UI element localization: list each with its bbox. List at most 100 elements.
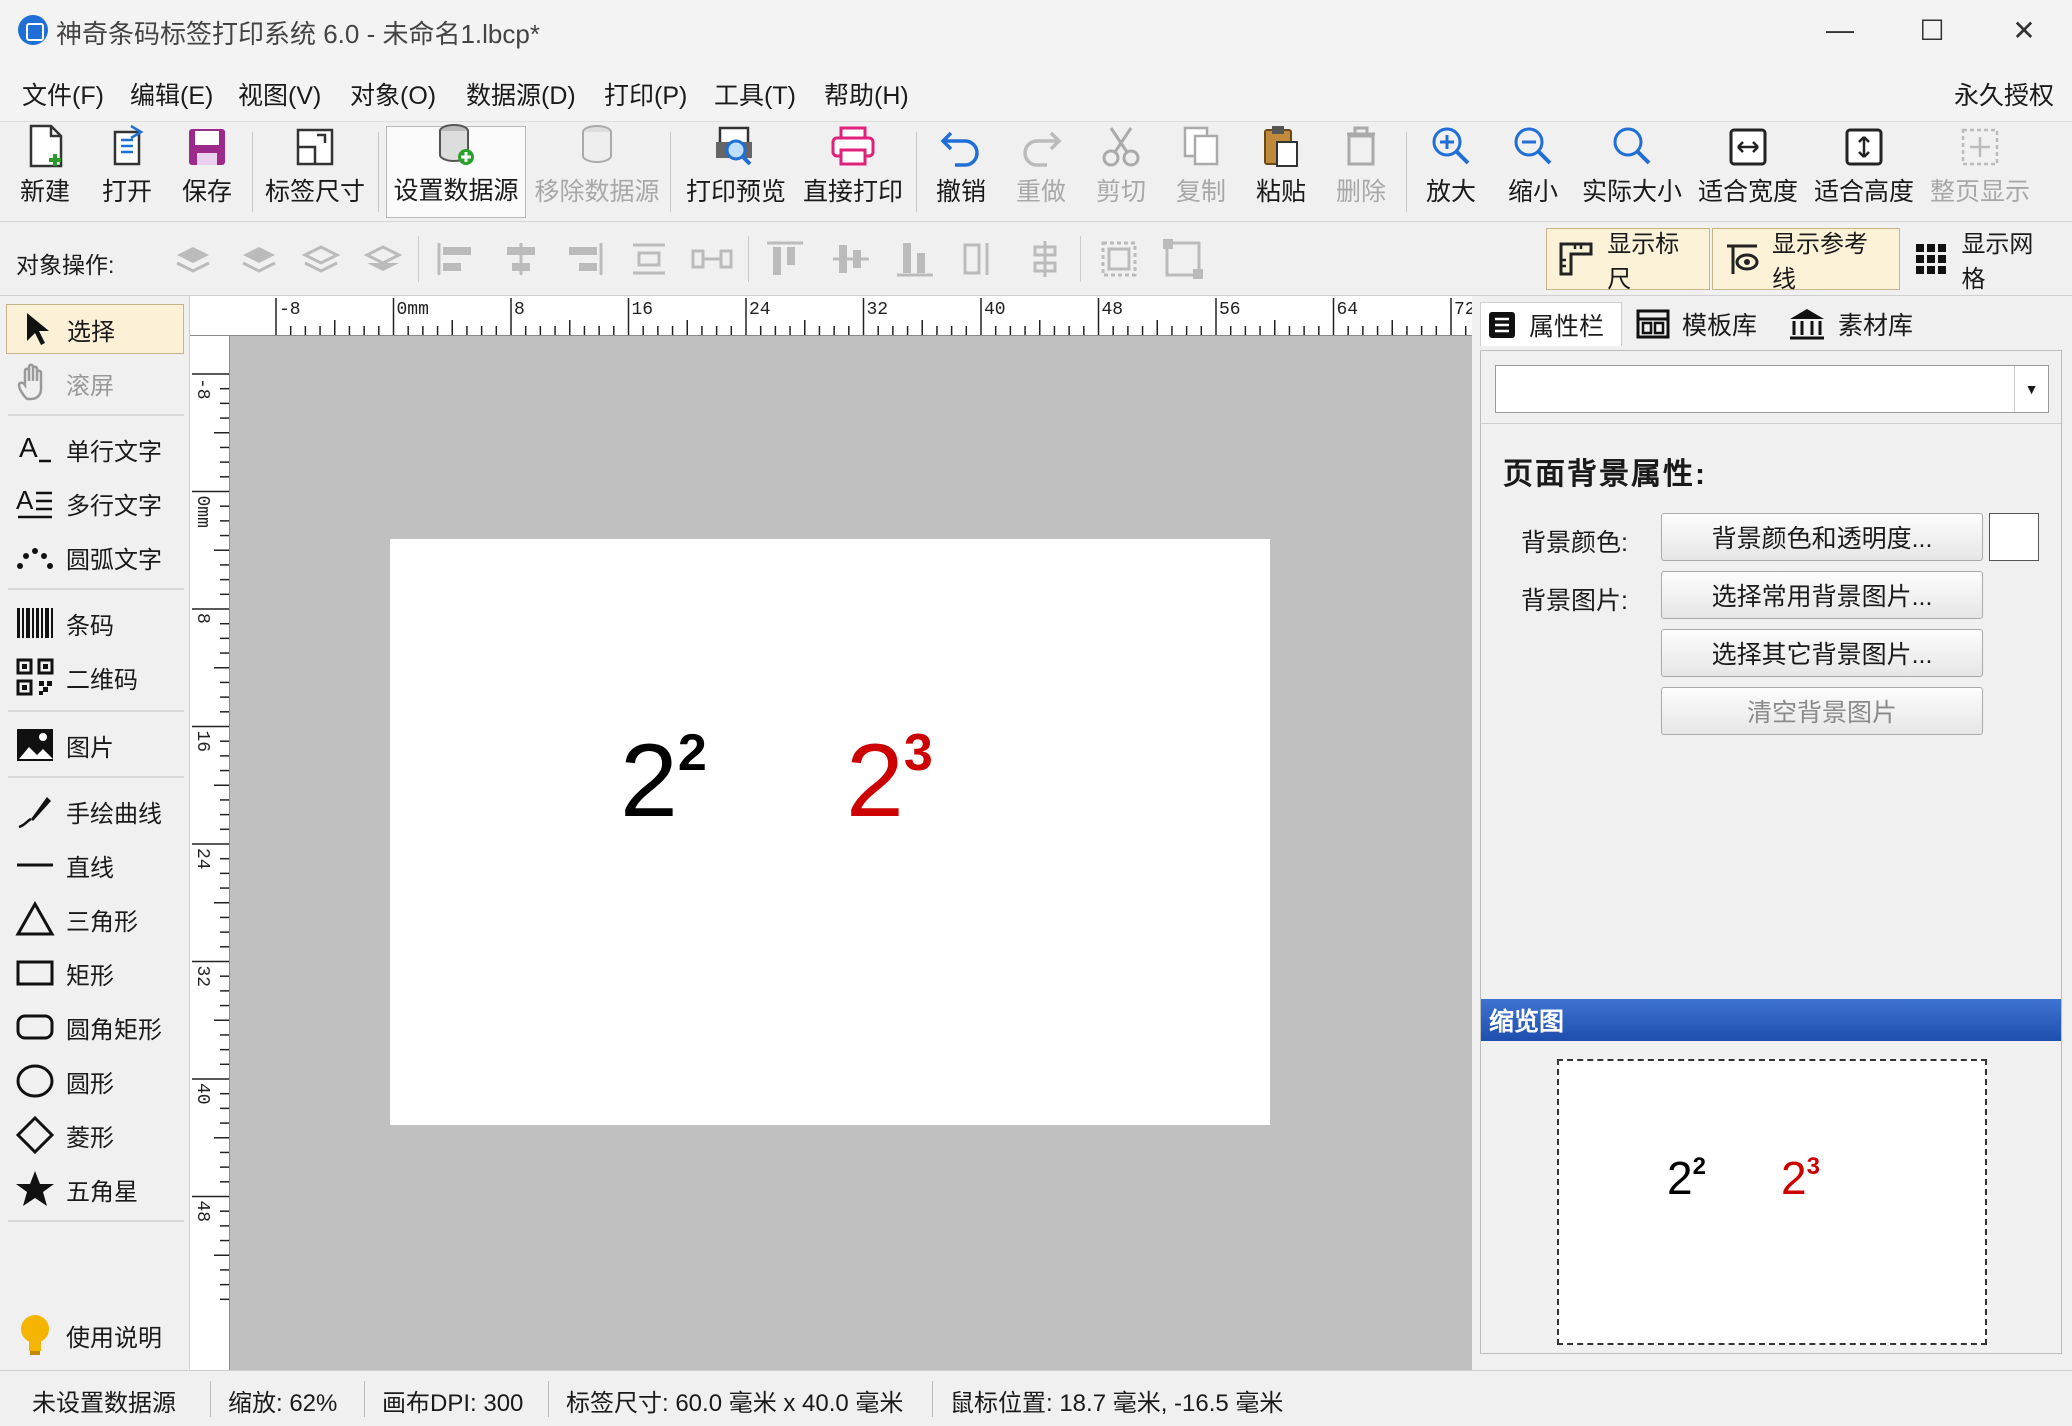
bg-color-label: 背景颜色: xyxy=(1521,529,1628,557)
thumbnail-header: 缩览图 xyxy=(1481,999,2061,1041)
clear-bg-button[interactable]: 清空背景图片 xyxy=(1661,687,1983,735)
tool-arc-text[interactable]: 圆弧文字 xyxy=(6,532,184,582)
help-button[interactable]: 使用说明 xyxy=(6,1310,184,1360)
align-left-icon[interactable] xyxy=(432,236,478,282)
direct-print-button[interactable]: 直接打印 xyxy=(798,126,908,218)
minimize-button[interactable]: — xyxy=(1794,0,1886,60)
tool-rounded-rect[interactable]: 圆角矩形 xyxy=(6,1002,184,1052)
bg-color-button[interactable]: 背景颜色和透明度... xyxy=(1661,513,1983,561)
save-disk-icon xyxy=(184,126,230,168)
select-other-bg-button[interactable]: 选择其它背景图片... xyxy=(1661,629,1983,677)
menu-object[interactable]: 对象(O) xyxy=(350,76,436,112)
dropdown-arrow-icon[interactable]: ▼ xyxy=(2014,366,2048,412)
app-logo-icon xyxy=(18,15,48,45)
zoom-out-button[interactable]: 缩小 xyxy=(1498,126,1568,218)
full-page-button[interactable]: 整页显示 xyxy=(1928,126,2032,218)
show-ruler-toggle[interactable]: 显示标尺 xyxy=(1546,228,1710,293)
redo-button[interactable]: 重做 xyxy=(1006,126,1076,218)
tool-barcode[interactable]: 条码 xyxy=(6,598,184,648)
fit-width-button[interactable]: 适合宽度 xyxy=(1696,126,1800,218)
label-text-cubed[interactable]: 23 xyxy=(846,724,933,833)
maximize-button[interactable]: ☐ xyxy=(1886,0,1978,60)
show-grid-toggle[interactable]: 显示网格 xyxy=(1902,228,2066,293)
menu-edit[interactable]: 编辑(E) xyxy=(130,76,213,112)
set-datasource-button[interactable]: 设置数据源 xyxy=(386,124,526,218)
tool-separator xyxy=(8,414,184,416)
tool-qrcode-label: 二维码 xyxy=(66,666,138,694)
group-icon[interactable] xyxy=(1096,236,1142,282)
actual-size-button[interactable]: 实际大小 xyxy=(1580,126,1684,218)
show-grid-label: 显示网格 xyxy=(1961,231,2034,293)
tab-templates[interactable]: 模板库 xyxy=(1630,302,1772,346)
menu-help[interactable]: 帮助(H) xyxy=(824,76,909,112)
tool-circle[interactable]: 圆形 xyxy=(6,1056,184,1106)
send-backward-icon[interactable] xyxy=(298,236,344,282)
properties-panel: ▼ 页面背景属性: 背景颜色: 背景颜色和透明度... 背景图片: 选择常用背景… xyxy=(1480,350,2062,1354)
new-button[interactable]: 新建 xyxy=(8,124,82,218)
tool-multi-text[interactable]: A 多行文字 xyxy=(6,478,184,528)
close-button[interactable]: ✕ xyxy=(1978,0,2070,60)
zoom-in-button[interactable]: 放大 xyxy=(1416,126,1486,218)
tool-triangle[interactable]: 三角形 xyxy=(6,894,184,944)
same-height-icon[interactable] xyxy=(1022,236,1068,282)
select-common-bg-button[interactable]: 选择常用背景图片... xyxy=(1661,571,1983,619)
tool-diamond[interactable]: 菱形 xyxy=(6,1110,184,1160)
align-top-icon[interactable] xyxy=(762,236,808,282)
ungroup-icon[interactable] xyxy=(1160,236,1206,282)
distribute-horizontal-icon[interactable] xyxy=(690,236,736,282)
cut-button[interactable]: 剪切 xyxy=(1086,126,1156,218)
status-separator xyxy=(932,1381,933,1417)
label-size-button[interactable]: 标签尺寸 xyxy=(262,126,368,218)
open-button[interactable]: 打开 xyxy=(90,124,164,218)
align-center-icon[interactable] xyxy=(498,236,544,282)
align-bottom-icon[interactable] xyxy=(892,236,938,282)
ruler-label: 64 xyxy=(1337,300,1359,320)
tool-select[interactable]: 选择 xyxy=(6,304,184,354)
tool-freehand[interactable]: 手绘曲线 xyxy=(6,786,184,836)
send-to-back-icon[interactable] xyxy=(360,236,406,282)
delete-button[interactable]: 删除 xyxy=(1326,126,1396,218)
tool-diamond-label: 菱形 xyxy=(66,1124,114,1152)
align-middle-icon[interactable] xyxy=(828,236,874,282)
remove-datasource-button[interactable]: 移除数据源 xyxy=(532,125,662,218)
paste-button[interactable]: 粘贴 xyxy=(1246,126,1316,218)
tool-image[interactable]: 图片 xyxy=(6,720,184,770)
same-width-icon[interactable] xyxy=(956,236,1002,282)
tab-assets[interactable]: 素材库 xyxy=(1782,302,1924,346)
menu-tools[interactable]: 工具(T) xyxy=(714,76,796,112)
svg-text:A: A xyxy=(19,432,38,463)
copy-button[interactable]: 复制 xyxy=(1166,126,1236,218)
ruler-label: 24 xyxy=(749,300,771,320)
distribute-vertical-icon[interactable] xyxy=(626,236,672,282)
align-right-icon[interactable] xyxy=(562,236,608,282)
save-button[interactable]: 保存 xyxy=(170,126,244,218)
cut-label: 剪切 xyxy=(1095,178,1146,206)
menu-print[interactable]: 打印(P) xyxy=(604,76,687,112)
menu-view[interactable]: 视图(V) xyxy=(238,76,321,112)
label-page[interactable]: 22 23 xyxy=(390,539,1270,1125)
tool-rectangle[interactable]: 矩形 xyxy=(6,948,184,998)
undo-button[interactable]: 撤销 xyxy=(926,126,996,218)
ruler-label: 0mm xyxy=(397,300,429,320)
bg-color-swatch[interactable] xyxy=(1989,513,2039,561)
save-label: 保存 xyxy=(181,178,232,206)
object-selector-dropdown[interactable]: ▼ xyxy=(1495,365,2049,413)
tool-qrcode[interactable]: 二维码 xyxy=(6,652,184,702)
label-text-squared[interactable]: 22 xyxy=(620,724,707,833)
bring-to-front-icon[interactable] xyxy=(170,236,216,282)
tool-star[interactable]: 五角星 xyxy=(6,1164,184,1214)
thumbnail-preview[interactable]: 22 23 xyxy=(1557,1059,1987,1345)
tool-scroll[interactable]: 滚屏 xyxy=(6,358,184,408)
tab-properties[interactable]: 属性栏 xyxy=(1480,302,1622,346)
status-mouse-position: 鼠标位置: 18.7 毫米, -16.5 毫米 xyxy=(950,1390,1284,1417)
tool-single-text[interactable]: A 单行文字 xyxy=(6,424,184,474)
thumbnail-area: 22 23 xyxy=(1481,1041,2061,1353)
print-preview-button[interactable]: 打印预览 xyxy=(680,126,792,218)
show-guides-toggle[interactable]: 显示参考线 xyxy=(1712,228,1900,293)
menu-file[interactable]: 文件(F) xyxy=(22,76,104,112)
tool-line[interactable]: 直线 xyxy=(6,840,184,890)
fit-height-button[interactable]: 适合高度 xyxy=(1812,126,1916,218)
ruler-label: 40 xyxy=(192,1083,212,1105)
bring-forward-icon[interactable] xyxy=(236,236,282,282)
menu-datasource[interactable]: 数据源(D) xyxy=(466,76,576,112)
